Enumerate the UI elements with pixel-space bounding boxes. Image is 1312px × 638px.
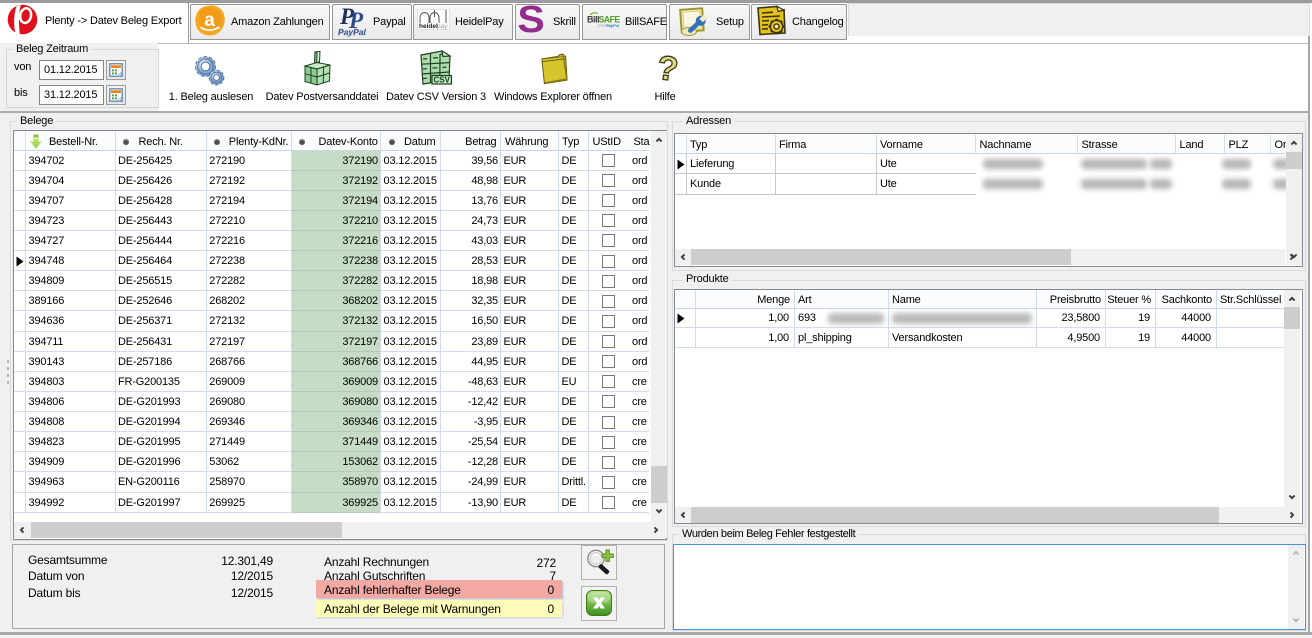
svg-text:S: S [517,0,544,41]
svg-text:PayPal: PayPal [606,23,620,28]
svg-text:?: ? [655,49,681,90]
svg-text:heidel: heidel [419,23,438,30]
svg-text:pay: pay [437,23,448,30]
svg-text:PayPal: PayPal [338,27,367,37]
svg-text:a: a [204,10,215,31]
svg-text:CSV: CSV [433,76,450,85]
